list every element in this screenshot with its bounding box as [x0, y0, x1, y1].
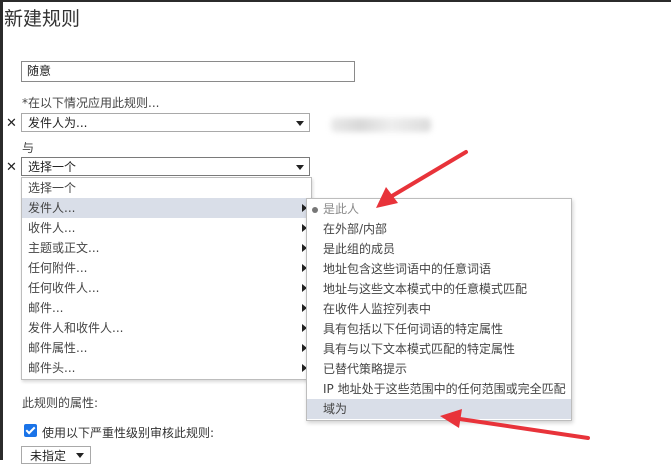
audit-label: 使用以下严重性级别审核此规则: — [42, 426, 215, 440]
submenu-item-domain-is[interactable]: 域为 — [307, 399, 571, 419]
selected-dot-icon — [312, 207, 318, 213]
condition2-value: 选择一个 — [28, 160, 77, 174]
submenu-item-address-matches-patterns[interactable]: 地址与这些文本模式中的任意模式匹配 — [307, 279, 571, 299]
submenu-item-internal-external[interactable]: 在外部/内部 — [307, 219, 571, 239]
dropdown-item-message[interactable]: 邮件... — [22, 298, 311, 318]
dropdown-item-any-attachment[interactable]: 任何附件... — [22, 258, 311, 278]
dropdown-item-message-properties[interactable]: 邮件属性... — [22, 338, 311, 358]
submenu-item-is-this-person[interactable]: 是此人 — [307, 199, 571, 219]
dropdown-item-recipient[interactable]: 收件人... — [22, 218, 311, 238]
submenu-item-ip-address-range[interactable]: IP 地址处于这些范围中的任何范围或完全匹配 — [307, 379, 571, 399]
window-frame-left — [0, 0, 3, 460]
dropdown-item-any-recipient[interactable]: 任何收件人... — [22, 278, 311, 298]
dropdown-item-sender[interactable]: 发件人... — [22, 198, 311, 218]
redacted-value — [331, 118, 431, 132]
page-title: 新建规则 — [4, 8, 81, 30]
submenu-item-on-watchlist[interactable]: 在收件人监控列表中 — [307, 299, 571, 319]
submenu-item-property-matches-patterns[interactable]: 具有与以下文本模式匹配的特定属性 — [307, 339, 571, 359]
severity-select[interactable]: 未指定 — [21, 446, 91, 464]
severity-value: 未指定 — [30, 449, 67, 463]
dropdown-item-sender-recipient[interactable]: 发件人和收件人... — [22, 318, 311, 338]
window-frame-top — [0, 0, 671, 2]
rule-properties-label: 此规则的属性: — [22, 396, 99, 410]
dropdown-item-choose[interactable]: 选择一个 — [22, 178, 311, 198]
condition1-select[interactable]: 发件人为... — [21, 113, 310, 132]
submenu-item-property-contains-words[interactable]: 具有包括以下任何词语的特定属性 — [307, 319, 571, 339]
chevron-down-icon — [296, 165, 304, 170]
sender-submenu: 是此人 在外部/内部 是此组的成员 地址包含这些词语中的任意词语 地址与这些文本… — [306, 198, 572, 421]
and-label: 与 — [22, 141, 35, 155]
condition1-value: 发件人为... — [28, 116, 88, 130]
submenu-item-policy-tip-overridden[interactable]: 已替代策略提示 — [307, 359, 571, 379]
remove-condition1-icon[interactable]: ✕ — [6, 116, 17, 131]
chevron-down-icon — [76, 453, 84, 458]
submenu-item-group-member[interactable]: 是此组的成员 — [307, 239, 571, 259]
submenu-item-address-contains-words[interactable]: 地址包含这些词语中的任意词语 — [307, 259, 571, 279]
rule-name-input[interactable]: 随意 — [21, 61, 355, 82]
dropdown-item-subject-body[interactable]: 主题或正文... — [22, 238, 311, 258]
chevron-down-icon — [296, 121, 304, 126]
remove-condition2-icon[interactable]: ✕ — [6, 160, 17, 175]
audit-checkbox[interactable] — [24, 424, 37, 437]
condition2-select[interactable]: 选择一个 — [21, 157, 310, 176]
apply-rule-label: *在以下情况应用此规则... — [22, 96, 160, 110]
dropdown-item-message-headers[interactable]: 邮件头... — [22, 358, 311, 378]
condition-dropdown-list: 选择一个 发件人... 收件人... 主题或正文... 任何附件... 任何收件… — [21, 177, 312, 380]
